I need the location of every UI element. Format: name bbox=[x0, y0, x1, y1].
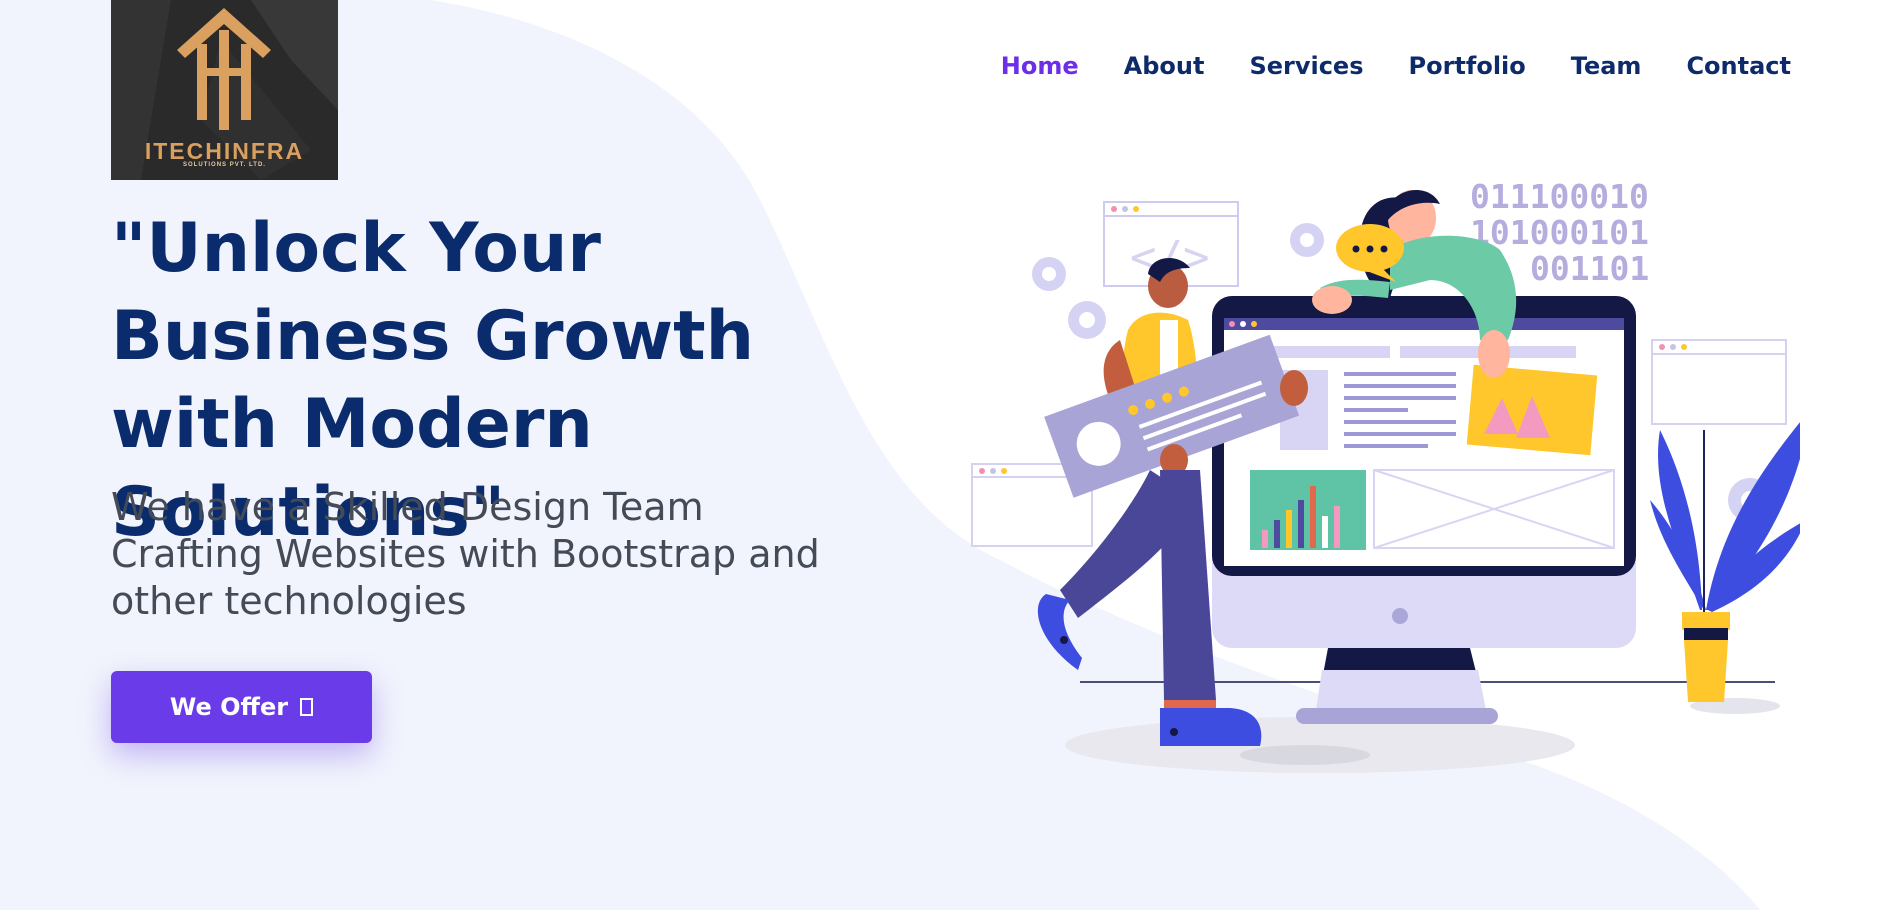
nav-portfolio[interactable]: Portfolio bbox=[1409, 52, 1526, 80]
main-nav: Home About Services Portfolio Team Conta… bbox=[956, 52, 1791, 80]
nav-home[interactable]: Home bbox=[1001, 52, 1079, 80]
brand-tagline: SOLUTIONS PVT. LTD. bbox=[183, 162, 266, 168]
hero-subtitle: We have a Skilled Design Team Crafting W… bbox=[111, 485, 820, 623]
missing-glyph-icon bbox=[300, 698, 314, 716]
nav-about[interactable]: About bbox=[1124, 52, 1205, 80]
brand-logo[interactable]: ITECHINFRA SOLUTIONS PVT. LTD. bbox=[111, 0, 338, 180]
we-offer-button[interactable]: We Offer bbox=[111, 671, 372, 743]
brand-name: ITECHINFRA bbox=[144, 138, 305, 164]
nav-services[interactable]: Services bbox=[1249, 52, 1363, 80]
nav-team[interactable]: Team bbox=[1571, 52, 1642, 80]
hero-illustration: </> 011100010 101000101 001101 bbox=[971, 177, 1800, 773]
right-window-icon bbox=[1651, 339, 1787, 425]
nav-contact[interactable]: Contact bbox=[1686, 52, 1791, 80]
binary-line-2: 101000101 bbox=[1470, 213, 1649, 252]
plant-icon bbox=[1650, 422, 1800, 702]
we-offer-label: We Offer bbox=[169, 693, 289, 721]
page: ITECHINFRA SOLUTIONS PVT. LTD. Home Abou… bbox=[0, 0, 1888, 910]
binary-line-3: 001101 bbox=[1530, 249, 1649, 288]
binary-line-1: 011100010 bbox=[1470, 177, 1649, 216]
